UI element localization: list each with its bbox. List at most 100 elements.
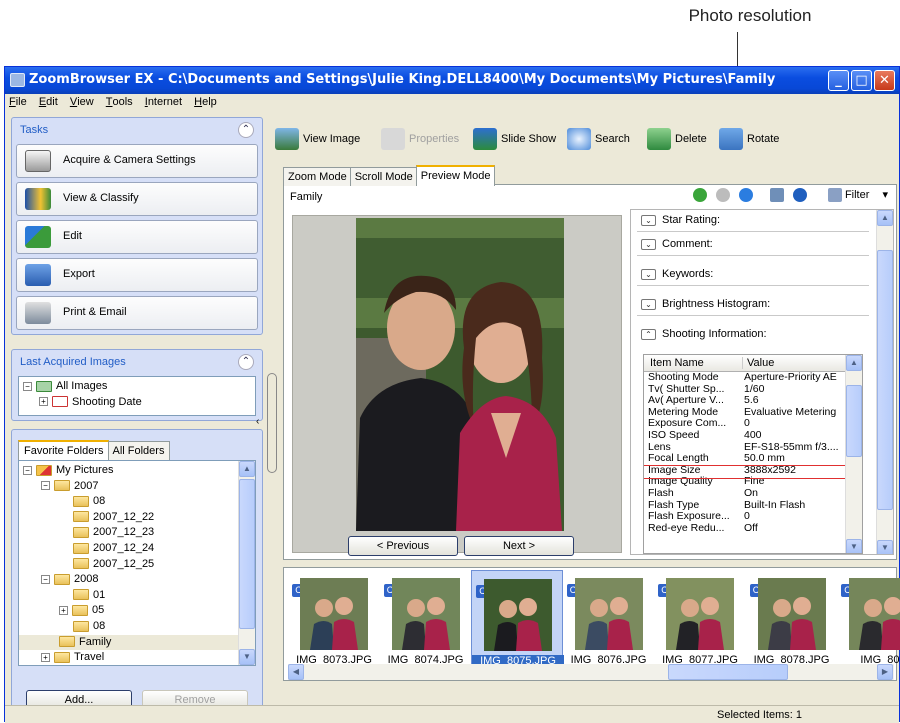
scroll-thumb[interactable] [877, 250, 893, 510]
tree-item[interactable]: −2008 [19, 572, 255, 588]
table-scrollbar[interactable]: ▲ ▼ [845, 355, 862, 553]
rotate-button[interactable]: Rotate [719, 127, 779, 151]
forward-icon[interactable] [715, 188, 730, 203]
section-keywords[interactable]: ⌄ Keywords: [637, 264, 869, 286]
table-row[interactable]: Flash On [644, 488, 848, 500]
title-bar[interactable]: ZoomBrowser EX - C:\Documents and Settin… [5, 67, 899, 94]
scroll-down-icon[interactable]: ▼ [846, 539, 862, 553]
task-print-email[interactable]: Print & Email [16, 296, 258, 330]
chevron-down-icon[interactable]: ▾ [882, 189, 888, 201]
tree-item[interactable]: 08 [19, 494, 255, 510]
expand-icon[interactable]: ⌄ [641, 214, 656, 226]
filter-label[interactable]: Filter [845, 189, 869, 201]
tab-all-folders[interactable]: All Folders [106, 441, 171, 460]
task-view-classify[interactable]: View & Classify [16, 182, 258, 216]
menu-help[interactable]: Help [194, 96, 217, 108]
view-image-button[interactable]: View Image [275, 127, 360, 151]
table-row[interactable]: Tv( Shutter Sp... 1/60 [644, 384, 848, 396]
delete-button[interactable]: Delete [647, 127, 707, 151]
table-row[interactable]: Shooting Mode Aperture-Priority AE [644, 372, 848, 384]
thumbnail[interactable]: CIMG_807 [837, 570, 900, 674]
back-icon[interactable] [692, 188, 707, 203]
collapse-toggle-icon[interactable]: − [23, 381, 32, 391]
maximize-button[interactable]: □ [851, 70, 872, 91]
thumbnail[interactable]: C IMG_8073.JPG [288, 570, 380, 674]
scroll-down-icon[interactable]: ▼ [877, 540, 893, 554]
up-icon[interactable] [738, 188, 753, 203]
menu-internet[interactable]: Internet [145, 96, 182, 108]
tree-item-selected[interactable]: Family [19, 634, 255, 651]
menu-view[interactable]: View [70, 96, 94, 108]
preview-photo[interactable] [356, 218, 564, 531]
tree-scrollbar[interactable]: ▲ ▼ [238, 461, 255, 665]
tree-item[interactable]: 08 [19, 619, 255, 635]
section-shooting-information[interactable]: ⌃ Shooting Information: [637, 324, 869, 346]
scroll-thumb[interactable] [239, 479, 255, 629]
expand-toggle-icon[interactable]: + [39, 397, 48, 407]
tab-scroll-mode[interactable]: Scroll Mode [349, 167, 418, 186]
scroll-up-icon[interactable]: ▲ [239, 461, 255, 477]
table-row[interactable]: Metering Mode Evaluative Metering [644, 407, 848, 419]
pane-splitter[interactable]: ‹ [256, 373, 277, 473]
tree-item[interactable]: +05 [19, 603, 255, 619]
scroll-up-icon[interactable]: ▲ [877, 210, 893, 226]
horizontal-scrollbar[interactable]: ◀ ▶ [288, 664, 894, 680]
tree-item[interactable]: −2007 [19, 479, 255, 495]
properties-scrollbar[interactable]: ▲ ▼ [876, 210, 893, 554]
tree-item[interactable]: + Travel [19, 650, 255, 665]
column-item-name[interactable]: Item Name [650, 357, 704, 369]
collapse-icon[interactable]: ⌃ [238, 354, 254, 370]
menu-tools[interactable]: Tools [106, 96, 133, 108]
thumbnail[interactable]: C IMG_8077.JPG [654, 570, 746, 674]
task-acquire[interactable]: Acquire & Camera Settings [16, 144, 258, 178]
table-row[interactable]: Av( Aperture V... 5.6 [644, 395, 848, 407]
tree-item[interactable]: 2007_12_24 [19, 541, 255, 557]
table-row[interactable]: Focal Length 50.0 mm [644, 453, 848, 465]
scroll-down-icon[interactable]: ▼ [239, 649, 255, 665]
task-export[interactable]: Export [16, 258, 258, 292]
menu-file[interactable]: File [9, 96, 27, 108]
tree-item[interactable]: − My Pictures [19, 463, 255, 479]
thumbnail[interactable]: C IMG_8075.JPG [471, 570, 564, 674]
scroll-left-icon[interactable]: ◀ [288, 664, 304, 680]
properties-button[interactable]: Properties [381, 127, 459, 151]
view-options-icon[interactable] [769, 188, 784, 203]
tab-preview-mode[interactable]: Preview Mode [415, 165, 496, 186]
column-value[interactable]: Value [742, 357, 774, 369]
collapse-icon[interactable]: ⌃ [641, 328, 656, 340]
expand-icon[interactable]: ⌄ [641, 238, 656, 250]
tree-item[interactable]: 2007_12_23 [19, 525, 255, 541]
next-button[interactable]: Next > [464, 536, 574, 556]
section-comment[interactable]: ⌄ Comment: [637, 234, 869, 256]
slide-show-button[interactable]: Slide Show [473, 127, 556, 151]
expand-icon[interactable]: ⌄ [641, 298, 656, 310]
tree-item-all-images[interactable]: − All Images [23, 379, 251, 395]
tree-item[interactable]: 01 [19, 588, 255, 604]
expand-icon[interactable]: ⌄ [641, 268, 656, 280]
section-brightness-histogram[interactable]: ⌄ Brightness Histogram: [637, 294, 869, 316]
thumbnail[interactable]: C IMG_8076.JPG [563, 570, 655, 674]
table-row[interactable]: Exposure Com... 0 [644, 418, 848, 430]
thumbnail[interactable]: C IMG_8078.JPG [746, 570, 838, 674]
scroll-right-icon[interactable]: ▶ [877, 664, 893, 680]
table-row[interactable]: Red-eye Redu... Off [644, 523, 848, 535]
table-row[interactable]: Lens EF-S18-55mm f/3.... [644, 442, 848, 454]
search-button[interactable]: Search [567, 127, 630, 151]
filter-icon[interactable] [827, 188, 842, 203]
table-row[interactable]: Flash Exposure... 0 [644, 511, 848, 523]
tab-zoom-mode[interactable]: Zoom Mode [283, 167, 352, 186]
close-button[interactable]: ✕ [874, 70, 895, 91]
tree-item-shooting-date[interactable]: + Shooting Date [23, 395, 251, 411]
task-edit[interactable]: Edit [16, 220, 258, 254]
section-star-rating[interactable]: ⌄ Star Rating: [637, 210, 869, 232]
scroll-thumb[interactable] [846, 385, 862, 457]
table-row[interactable]: Flash Type Built-In Flash [644, 500, 848, 512]
tree-item[interactable]: 2007_12_22 [19, 510, 255, 526]
previous-button[interactable]: < Previous [348, 536, 458, 556]
thumbnail[interactable]: C IMG_8074.JPG [380, 570, 472, 674]
menu-edit[interactable]: Edit [39, 96, 58, 108]
scroll-up-icon[interactable]: ▲ [846, 355, 862, 371]
scroll-thumb[interactable] [668, 664, 788, 680]
collapse-icon[interactable]: ⌃ [238, 122, 254, 138]
tab-favorite-folders[interactable]: Favorite Folders [18, 440, 110, 460]
